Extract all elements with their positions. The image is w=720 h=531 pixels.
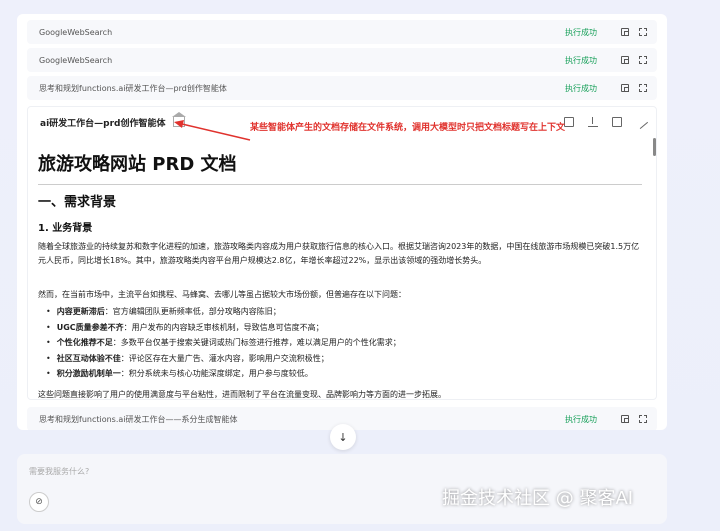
bullet-bold: 社区互动体验不佳 [56,353,121,363]
copy-icon[interactable] [564,117,574,127]
doc-heading-1: 旅游攻略网站 PRD 文档 [38,154,237,175]
copy-icon[interactable] [621,415,629,423]
step-status: 执行成功 [565,414,597,424]
list-item: UGC质量参差不齐：用户发布的内容缺乏审核机制，导致信息可信度不高； [46,320,636,336]
list-item: 个性化推荐不足：多数平台仅基于搜索关键词或热门标签进行推荐，难以满足用户的个性化… [46,335,636,351]
bullet-text: ：官方编辑团队更新频率低，部分攻略内容陈旧； [104,307,281,316]
edit-icon[interactable] [633,114,649,130]
document-title: ai研发工作台—prd创作智能体 [40,118,166,129]
expand-icon[interactable] [639,56,647,64]
expand-icon[interactable] [639,28,647,36]
step-status: 执行成功 [565,83,597,93]
annotation-arrow [174,120,251,141]
step-row-websearch-2[interactable]: GoogleWebSearch 执行成功 [27,48,657,72]
copy-icon[interactable] [621,84,629,92]
bullet-text: ：多数平台仅基于搜索关键词或热门标签进行推荐，难以满足用户的个性化需求； [112,338,401,347]
doc-paragraph: 然而，在当前市场中，主流平台如携程、马蜂窝、去哪儿等虽占据较大市场份额，但普遍存… [38,290,406,299]
copy-icon[interactable] [621,56,629,64]
step-label: GoogleWebSearch [39,27,113,37]
scrollbar[interactable] [653,138,656,156]
copy-icon[interactable] [621,28,629,36]
bullet-text: ：用户发布的内容缺乏审核机制，导致信息可信度不高； [123,322,324,332]
expand-icon[interactable] [639,84,647,92]
paperclip-icon: ⊘ [35,497,43,507]
download-icon[interactable] [588,117,598,127]
doc-heading-2: 一、需求背景 [38,195,117,210]
input-placeholder: 需要我服务什么? [29,467,90,476]
bullet-text: ：评论区存在大量广告、灌水内容，影响用户交流积极性； [120,353,329,363]
list-item: 积分激励机制单一：积分系统未与核心功能深度绑定，用户参与度较低。 [46,366,636,382]
expand-icon[interactable] [639,415,647,423]
bullet-bold: 内容更新滞后 [56,307,105,316]
step-status: 执行成功 [565,27,597,37]
step-label: GoogleWebSearch [39,55,113,65]
book-icon[interactable] [612,117,622,127]
divider [38,184,642,185]
doc-paragraph: 这些问题直接影响了用户的使用满意度与平台粘性，进而限制了平台在流量变现、品牌影响… [38,390,446,399]
step-label: 思考和规划functions.ai研发工作台—prd创作智能体 [39,83,227,93]
step-row-planning[interactable]: 思考和规划functions.ai研发工作台—prd创作智能体 执行成功 [27,76,657,100]
document-toolbar [564,114,649,130]
doc-heading-3: 1. 业务背景 [38,223,93,234]
attach-button[interactable]: ⊘ [29,492,49,512]
list-item: 社区互动体验不佳：评论区存在大量广告、灌水内容，影响用户交流积极性； [46,351,636,367]
arrow-down-icon: ↓ [338,430,348,444]
bullet-bold: 积分激励机制单一 [56,369,121,378]
bullet-bold: UGC质量参差不齐 [56,322,124,332]
step-row-websearch-1[interactable]: GoogleWebSearch 执行成功 [27,20,657,44]
scroll-down-button[interactable]: ↓ [330,424,356,450]
step-status: 执行成功 [565,55,597,65]
bullet-text: ：积分系统未与核心功能深度绑定，用户参与度较低。 [120,369,313,378]
doc-bullet-list: 内容更新滞后：官方编辑团队更新频率低，部分攻略内容陈旧； UGC质量参差不齐：用… [46,304,636,382]
step-label: 思考和规划functions.ai研发工作台——系分生成智能体 [39,414,238,424]
annotation-text: 某些智能体产生的文档存储在文件系统，调用大模型时只把文档标题写在上下文 [250,123,566,133]
doc-paragraph: 随着全球旅游业的持续复苏和数字化进程的加速，旅游攻略类内容成为用户获取旅行信息的… [38,242,640,265]
bullet-bold: 个性化推荐不足 [56,338,113,347]
list-item: 内容更新滞后：官方编辑团队更新频率低，部分攻略内容陈旧； [46,304,636,320]
watermark: 掘金技术社区 @ 聚客AI [442,488,634,509]
